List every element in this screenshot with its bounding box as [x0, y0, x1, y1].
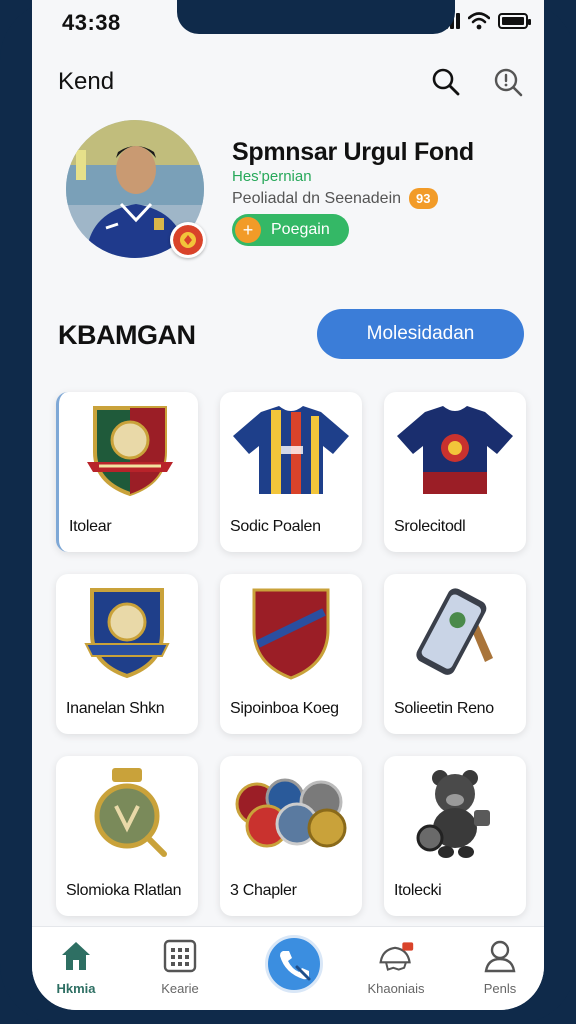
item-label: Slomioka Rlatlan — [66, 882, 182, 899]
info-icon — [494, 68, 523, 97]
collection-item[interactable]: Inanelan Shkn — [56, 574, 198, 734]
red-shield-icon — [231, 582, 351, 682]
info-search-button[interactable] — [490, 64, 526, 100]
collection-item[interactable]: Sodic Poalen — [220, 392, 362, 552]
tab-calendar[interactable]: Kearie — [140, 937, 220, 1001]
page-title: Kend — [58, 68, 115, 95]
follow-button[interactable]: + Poegain — [232, 214, 349, 246]
item-label: Srolecitodl — [394, 518, 466, 535]
collection-item[interactable]: Itolear — [56, 392, 198, 552]
collection-item[interactable]: Itolecki — [384, 756, 526, 916]
tab-label: Khaoniais — [367, 981, 425, 996]
item-label: Sipoinboa Koeg — [230, 700, 339, 717]
follow-label: Poegain — [271, 221, 330, 238]
medal-icon — [67, 764, 187, 864]
profile-role: Hes'pernian — [232, 168, 312, 185]
battery-icon — [498, 13, 531, 29]
section-title: KBAMGAN — [58, 320, 196, 350]
striped-jersey-icon — [231, 400, 351, 500]
search-button[interactable] — [428, 64, 464, 100]
club-badge-icon — [170, 222, 206, 258]
rating-badge: 93 — [409, 188, 438, 209]
home-icon — [57, 937, 95, 975]
notch — [177, 0, 455, 34]
collection-item[interactable]: Sipoinboa Koeg — [220, 574, 362, 734]
item-label: Itolecki — [394, 882, 442, 899]
collection-item[interactable]: Slomioka Rlatlan — [56, 756, 198, 916]
collection-item[interactable]: Solieetin Reno — [384, 574, 526, 734]
crest-icon — [70, 400, 190, 500]
tab-label: Penls — [483, 981, 517, 996]
tab-notifications[interactable]: Khaoniais — [356, 937, 436, 1001]
search-icon — [432, 68, 460, 96]
status-time: 43:38 — [62, 10, 121, 35]
wifi-icon — [468, 12, 490, 30]
bottom-tab-bar: Hkmia Kearie Khaoniais Penls — [32, 926, 544, 1010]
tab-label: Kearie — [161, 981, 199, 996]
screen: 43:38 Kend Spmnsar Urgul Fond Hes'pernia… — [32, 0, 544, 1010]
item-label: Solieetin Reno — [394, 700, 494, 717]
device-frame: 43:38 Kend Spmnsar Urgul Fond Hes'pernia… — [0, 0, 576, 1024]
profile-icon — [481, 937, 519, 975]
tab-profile[interactable]: Penls — [460, 937, 540, 1001]
item-label: Itolear — [69, 518, 112, 535]
phone-stand-icon — [395, 582, 515, 682]
item-label: Sodic Poalen — [230, 518, 321, 535]
blue-badge-icon — [67, 582, 187, 682]
tab-home[interactable]: Hkmia — [36, 937, 116, 1001]
center-action-button[interactable] — [265, 935, 323, 993]
grid-calendar-icon — [161, 937, 199, 975]
profile-card: Spmnsar Urgul Fond Hes'pernian Peoliadal… — [32, 118, 544, 268]
coins-icon — [231, 764, 351, 864]
navy-jersey-icon — [395, 400, 515, 500]
collection-item[interactable]: Srolecitodl — [384, 392, 526, 552]
profile-name: Spmnsar Urgul Fond — [232, 138, 474, 166]
app-header: Kend — [32, 60, 544, 104]
bear-figure-icon — [395, 764, 515, 864]
item-label: Inanelan Shkn — [66, 700, 165, 717]
plus-icon: + — [235, 217, 261, 243]
profile-meta: Peoliadal dn Seenadein 93 — [232, 188, 438, 209]
phone-fab-icon — [280, 951, 311, 981]
profile-meta-text: Peoliadal dn Seenadein — [232, 189, 402, 207]
collection-item[interactable]: 3 Chapler — [220, 756, 362, 916]
notification-icon — [377, 937, 415, 975]
tab-label: Hkmia — [56, 981, 96, 996]
item-label: 3 Chapler — [230, 882, 297, 899]
section-action-button[interactable]: Molesidadan — [317, 309, 524, 359]
